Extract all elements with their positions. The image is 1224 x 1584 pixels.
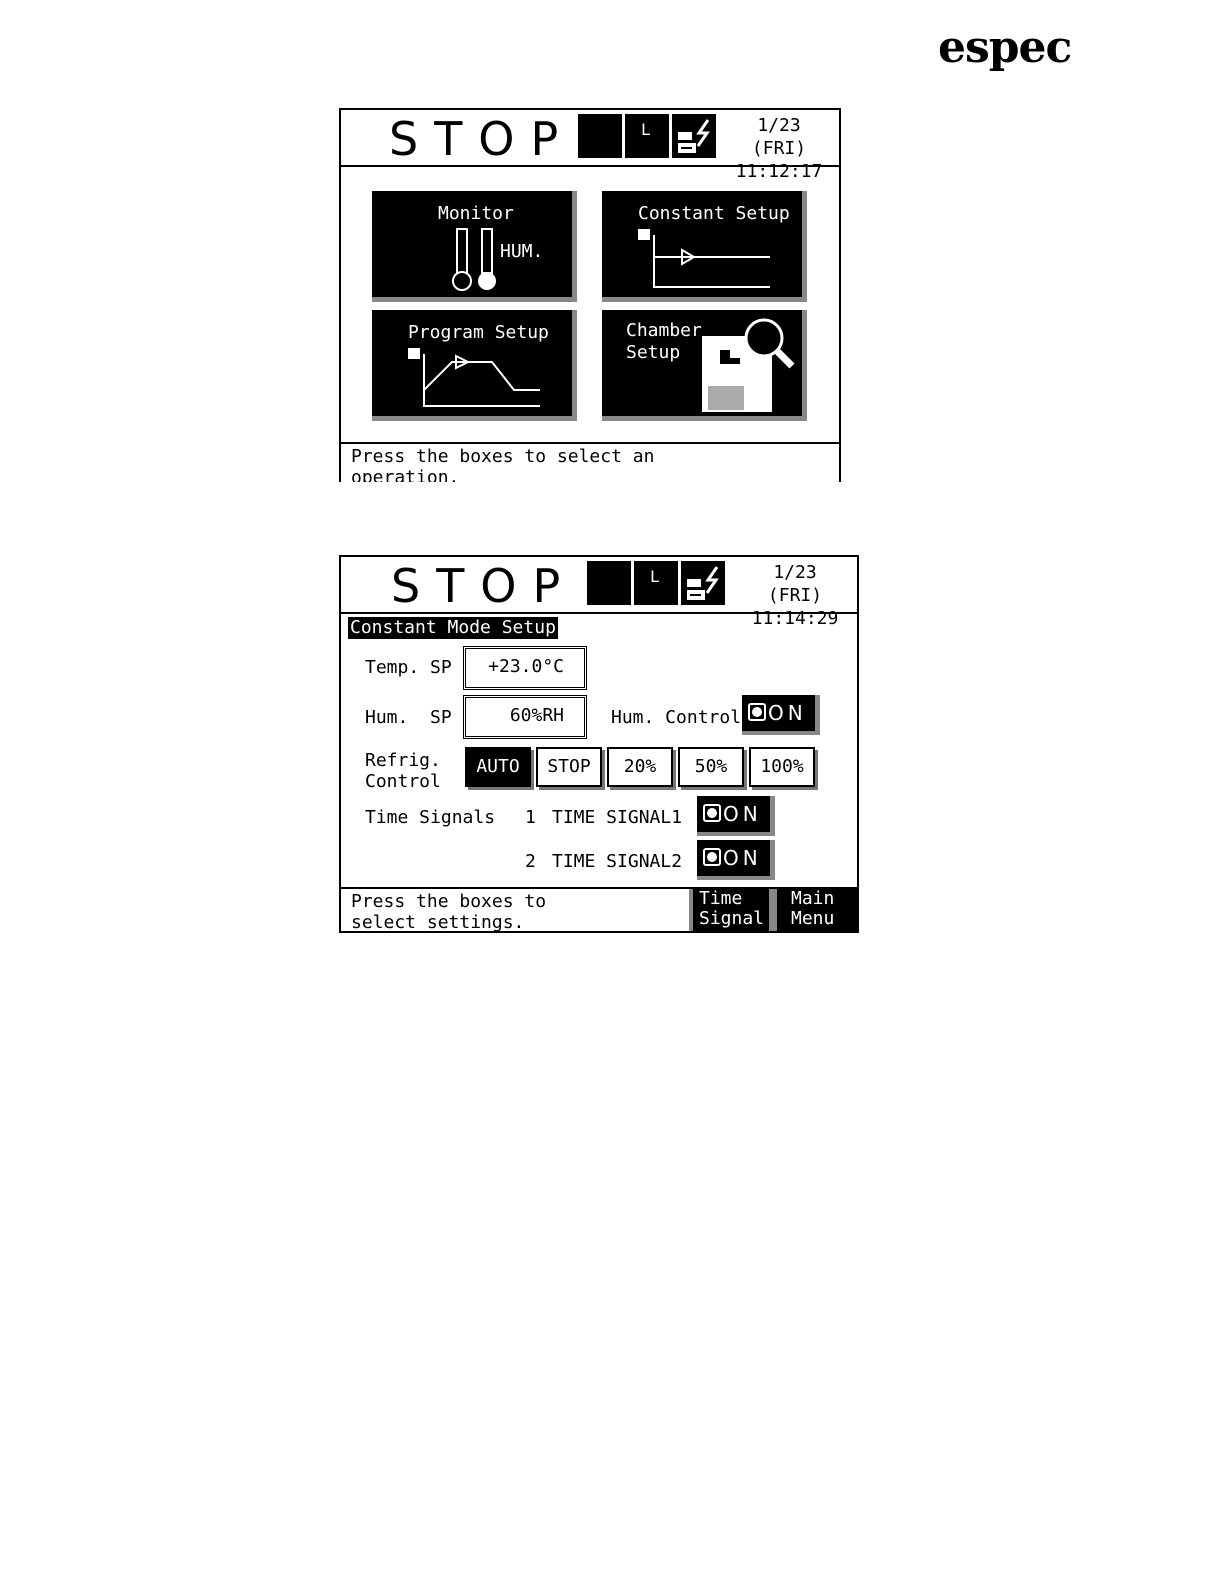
datetime: 1/23 (FRI) 11:14:29 (745, 561, 845, 630)
chamber-setup-tile[interactable]: Chamber Setup (602, 310, 807, 421)
refrig-100-button[interactable]: 100% (749, 747, 815, 787)
indicator-light-icon (703, 848, 721, 866)
chamber-setup-label: Chamber Setup (626, 320, 702, 363)
constant-mode-screen: STOP L 1/23 (FRI) 11:14:29 Constant Mode… (339, 555, 859, 933)
signal-1-toggle[interactable]: ON (697, 796, 775, 836)
hum-sp-field[interactable]: 60%RH (463, 695, 587, 739)
power-plug-icon (687, 566, 719, 600)
signal-2-state: ON (723, 846, 762, 870)
footer-message: Press the boxes to select settings. (351, 891, 547, 933)
footer-message-bar: Press the boxes to select an operation. (341, 442, 839, 482)
main-menu-button[interactable]: Main Menu (773, 889, 857, 931)
monitor-tile[interactable]: Monitor HUM. (372, 191, 577, 302)
signal-2-toggle[interactable]: ON (697, 840, 775, 880)
time-text: 11:12:17 (735, 161, 823, 182)
temp-sp-label: Temp. SP (365, 657, 452, 678)
signal-1-state: ON (723, 802, 762, 826)
constant-graph-icon (638, 229, 770, 288)
program-setup-tile[interactable]: Program Setup (372, 310, 577, 421)
toolbar-blank-button[interactable] (578, 114, 622, 158)
refrig-control-label: Refrig. Control (365, 750, 441, 792)
power-plug-icon (678, 119, 710, 153)
toolbar-l-button[interactable]: L (634, 561, 678, 605)
section-title: Constant Mode Setup (348, 617, 558, 639)
toolbar-l-label: L (641, 120, 651, 139)
status-text: STOP (391, 559, 577, 613)
signal-2-name: TIME SIGNAL2 (552, 851, 683, 872)
main-menu-screen: STOP L 1/23 (FRI) 11:12:17 Monitor HUM. (339, 108, 841, 482)
hum-control-toggle[interactable]: ON (742, 695, 820, 735)
status-text: STOP (389, 112, 575, 166)
footer-message-bar: Press the boxes to select settings. Time… (341, 887, 857, 931)
toolbar-l-label: L (650, 567, 660, 586)
toolbar-blank-button[interactable] (587, 561, 631, 605)
time-signal-button[interactable]: Time Signal (689, 889, 773, 931)
indicator-light-icon (703, 804, 721, 822)
toolbar-power-button[interactable] (681, 561, 725, 605)
refrig-auto-button[interactable]: AUTO (465, 747, 531, 787)
temp-sp-field[interactable]: +23.0°C (463, 646, 587, 690)
date-text: 1/23 (FRI) (751, 115, 807, 159)
chamber-magnifier-icon (702, 318, 795, 412)
signal-1-name: TIME SIGNAL1 (552, 807, 683, 828)
monitor-label: Monitor (438, 203, 514, 224)
espec-logo: espec (938, 22, 1072, 73)
datetime: 1/23 (FRI) 11:12:17 (729, 114, 829, 183)
refrig-stop-button[interactable]: STOP (536, 747, 602, 787)
hum-label: HUM. (500, 241, 544, 262)
toolbar-l-button[interactable]: L (625, 114, 669, 158)
indicator-light-icon (748, 703, 766, 721)
signal-1-number: 1 (525, 807, 536, 828)
refrig-50-button[interactable]: 50% (678, 747, 744, 787)
hum-sp-label: Hum. SP (365, 707, 452, 728)
header-bar: STOP L 1/23 (FRI) 11:12:17 (341, 110, 839, 182)
time-text: 11:14:29 (751, 608, 839, 629)
program-graph-icon (408, 348, 540, 407)
refrig-20-button[interactable]: 20% (607, 747, 673, 787)
signal-2-number: 2 (525, 851, 536, 872)
date-text: 1/23 (FRI) (767, 562, 823, 606)
constant-setup-label: Constant Setup (638, 203, 790, 224)
footer-message: Press the boxes to select an operation. (351, 446, 655, 482)
program-setup-label: Program Setup (408, 322, 549, 343)
header-bar: STOP L 1/23 (FRI) 11:14:29 (341, 557, 857, 629)
time-signals-label: Time Signals (365, 807, 496, 828)
hum-control-state: ON (768, 701, 807, 725)
hum-control-label: Hum. Control (611, 707, 742, 728)
constant-setup-tile[interactable]: Constant Setup (602, 191, 807, 302)
toolbar-power-button[interactable] (672, 114, 716, 158)
